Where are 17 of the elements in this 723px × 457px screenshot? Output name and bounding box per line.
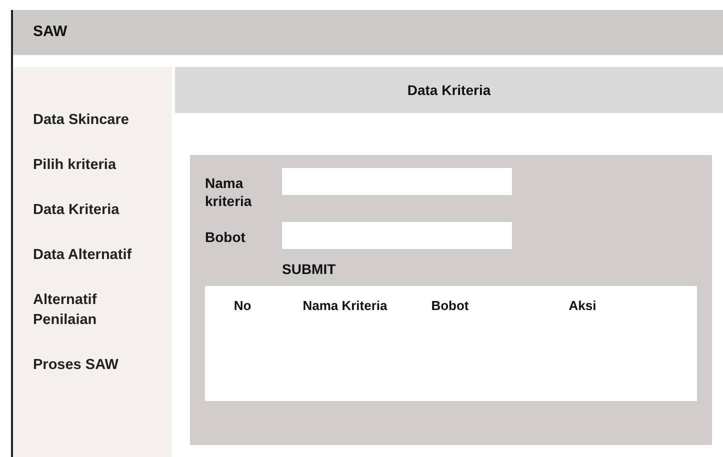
field-label: Bobot [205,228,246,246]
column-header: Nama Kriteria [302,296,388,314]
field-label: Nama kriteria [205,174,253,210]
sidebar-item[interactable]: Data Kriteria [33,200,158,220]
sidebar-item[interactable]: Alternatif Penilaian [33,290,158,330]
column-header: No [232,296,252,314]
submit-button[interactable]: SUBMIT [282,257,336,281]
sidebar-item[interactable]: Data Alternatif [33,245,158,265]
sidebar-item[interactable]: Data Skincare [33,110,158,130]
sidebar-item[interactable]: Proses SAW [33,355,158,375]
column-header: Aksi [568,296,598,314]
input-field[interactable] [282,168,512,195]
page-title: Data Kriteria [407,80,491,100]
input-field[interactable] [282,222,512,249]
column-header: Bobot [430,296,470,314]
sidebar-item[interactable]: Pilih kriteria [33,155,158,175]
app-title: SAW [33,22,68,42]
